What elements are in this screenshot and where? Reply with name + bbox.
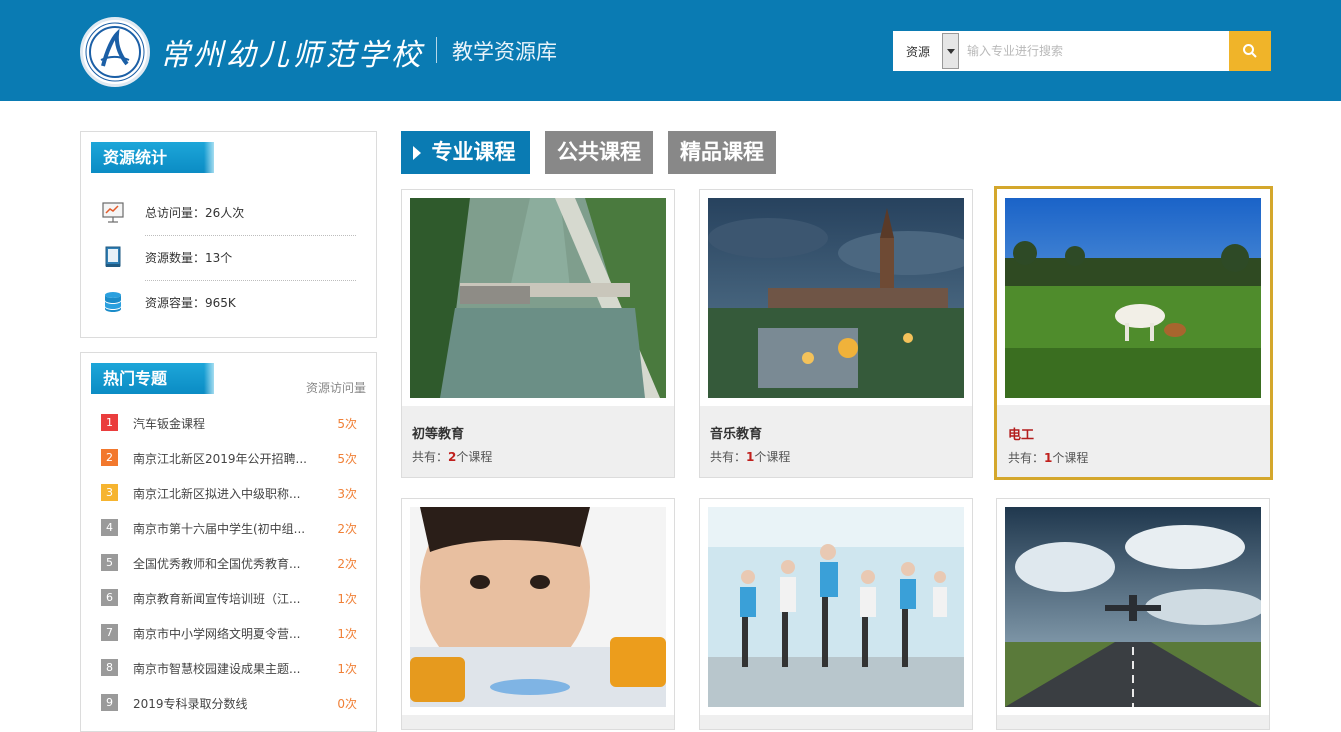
book-icon	[105, 246, 121, 267]
course-card[interactable]: 音乐教育 共有：1个课程	[699, 189, 973, 478]
hot-topic-count: 1次	[337, 592, 357, 606]
stat-label: 总访问量：26人次	[145, 206, 245, 220]
tab-professional-courses[interactable]: 专业课程	[401, 131, 530, 174]
hot-topic-count: 0次	[337, 697, 357, 711]
hot-topic-title[interactable]: 南京市智慧校园建设成果主题...	[133, 660, 300, 677]
school-logo-icon[interactable]	[80, 17, 150, 87]
hot-topic-count: 3次	[337, 487, 357, 501]
rank-badge: 3	[101, 484, 118, 501]
search-type-value: 资源	[906, 45, 931, 59]
search-button[interactable]	[1229, 31, 1271, 71]
rank-badge: 2	[101, 449, 118, 466]
chart-board-icon	[102, 202, 124, 223]
hot-topic-item[interactable]: 6 南京教育新闻宣传培训班（江... 1次	[101, 587, 357, 607]
stats-panel-title: 资源统计	[91, 142, 214, 173]
course-card[interactable]	[699, 498, 973, 730]
hot-column-label: 资源访问量	[305, 381, 366, 395]
search-icon	[1243, 44, 1257, 58]
resource-stats-panel: 资源统计 总访问量：26人次 资源数量：13个 资源容量：965K	[80, 131, 377, 338]
hot-topic-item[interactable]: 5 全国优秀教师和全国优秀教育... 2次	[101, 552, 357, 572]
course-card[interactable]	[401, 498, 675, 730]
course-card-selected[interactable]: 电工 共有：1个课程	[994, 186, 1273, 480]
course-card[interactable]: 初等教育 共有：2个课程	[401, 189, 675, 478]
hot-topic-item[interactable]: 7 南京市中小学网络文明夏令营... 1次	[101, 622, 357, 642]
card-image-airplane[interactable]	[1005, 507, 1261, 707]
hot-topic-title[interactable]: 南京教育新闻宣传培训班（江...	[133, 590, 300, 607]
card-image-child[interactable]	[410, 507, 666, 707]
hot-topic-title[interactable]: 全国优秀教师和全国优秀教育...	[133, 555, 300, 572]
hot-topic-title[interactable]: 南京江北新区2019年公开招聘...	[133, 450, 307, 467]
hot-panel-title: 热门专题	[91, 363, 214, 394]
hot-topic-title[interactable]: 2019专科录取分数线	[133, 695, 248, 712]
header-divider	[436, 37, 437, 63]
tab-public-courses[interactable]: 公共课程	[545, 131, 653, 174]
hot-topic-count: 2次	[337, 557, 357, 571]
database-icon	[105, 292, 121, 312]
stat-total-visits: 总访问量：26人次	[101, 192, 356, 236]
rank-badge: 8	[101, 659, 118, 676]
hot-topic-title[interactable]: 汽车钣金课程	[133, 415, 205, 432]
card-image-city[interactable]	[708, 198, 964, 398]
stat-resource-size: 资源容量：965K	[101, 282, 356, 326]
site-subtitle: 教学资源库	[452, 40, 557, 64]
hot-topic-count: 1次	[337, 662, 357, 676]
hot-topic-count: 5次	[337, 417, 357, 431]
course-count: 共有：1个课程	[710, 450, 791, 464]
hot-topic-item[interactable]: 3 南京江北新区拟进入中级职称... 3次	[101, 482, 357, 502]
hot-topic-item[interactable]: 2 南京江北新区2019年公开招聘... 5次	[101, 447, 357, 467]
card-image-dam[interactable]	[410, 198, 666, 398]
course-card[interactable]	[996, 498, 1270, 730]
course-name[interactable]: 电工	[1008, 424, 1034, 443]
hot-topic-count: 2次	[337, 522, 357, 536]
tab-featured-courses[interactable]: 精品课程	[668, 131, 776, 174]
hot-topic-title[interactable]: 南京市第十六届中学生(初中组...	[133, 520, 305, 537]
course-count: 共有：2个课程	[412, 450, 493, 464]
rank-badge: 4	[101, 519, 118, 536]
hot-topic-item[interactable]: 1 汽车钣金课程 5次	[101, 412, 357, 432]
site-header: 常州幼儿师范学校 教学资源库 资源	[0, 0, 1341, 101]
rank-badge: 1	[101, 414, 118, 431]
rank-badge: 6	[101, 589, 118, 606]
school-name: 常州幼儿师范学校	[160, 38, 424, 73]
hot-topic-item[interactable]: 9 2019专科录取分数线 0次	[101, 692, 357, 712]
hot-topics-panel: 热门专题 资源访问量 1 汽车钣金课程 5次 2 南京江北新区2019年公开招聘…	[80, 352, 377, 732]
search-type-select[interactable]: 资源	[893, 31, 959, 71]
hot-topic-title[interactable]: 南京市中小学网络文明夏令营...	[133, 625, 300, 642]
hot-topic-title[interactable]: 南京江北新区拟进入中级职称...	[133, 485, 300, 502]
hot-topic-item[interactable]: 8 南京市智慧校园建设成果主题... 1次	[101, 657, 357, 677]
course-name[interactable]: 音乐教育	[710, 423, 762, 442]
course-name[interactable]: 初等教育	[412, 423, 464, 442]
rank-badge: 7	[101, 624, 118, 641]
hot-topic-item[interactable]: 4 南京市第十六届中学生(初中组... 2次	[101, 517, 357, 537]
stat-label: 资源数量：13个	[145, 251, 233, 265]
card-image-fitness[interactable]	[708, 507, 964, 707]
search-bar: 资源	[893, 31, 1271, 71]
stat-label: 资源容量：965K	[145, 296, 236, 310]
course-count: 共有：1个课程	[1008, 451, 1089, 465]
stat-resource-count: 资源数量：13个	[101, 237, 356, 281]
card-image-cow[interactable]	[1005, 198, 1261, 398]
chevron-down-icon[interactable]	[942, 33, 959, 69]
hot-topic-count: 1次	[337, 627, 357, 641]
hot-topic-count: 5次	[337, 452, 357, 466]
rank-badge: 9	[101, 694, 118, 711]
rank-badge: 5	[101, 554, 118, 571]
search-input[interactable]	[967, 39, 1217, 63]
